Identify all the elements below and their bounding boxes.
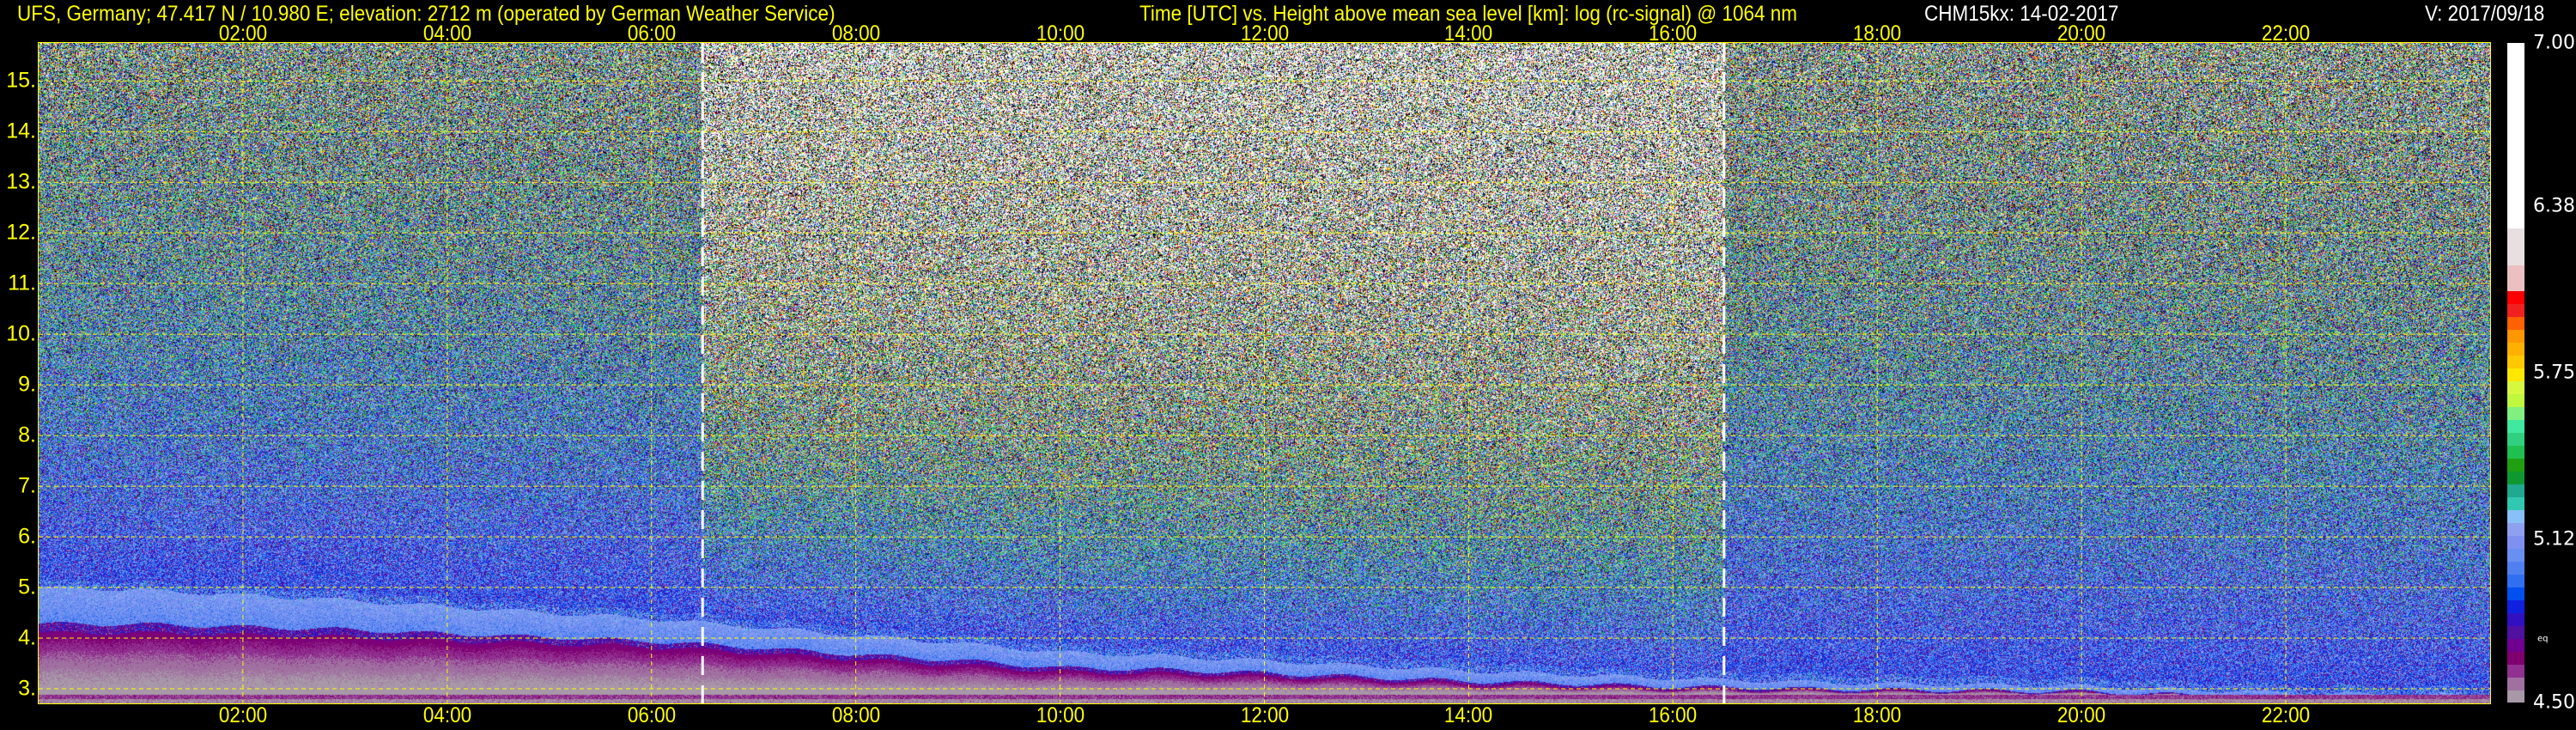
x-tick-label-top: 14:00: [1444, 21, 1493, 46]
colorbar-segment: [2507, 458, 2524, 471]
colorbar-segment: [2507, 561, 2524, 575]
x-tick-label-top: 04:00: [422, 21, 471, 46]
colorbar-eq-label: eq: [2537, 634, 2549, 644]
colorbar-segment: [2507, 355, 2524, 369]
y-tick-label: 4.: [18, 625, 36, 650]
colorbar-segment: [2507, 342, 2524, 356]
colorbar-segment: [2507, 432, 2524, 446]
colorbar-segment: [2507, 290, 2524, 305]
colorbar-segment: [2507, 393, 2524, 408]
colorbar-segment: [2507, 265, 2524, 292]
colorbar-segment: [2507, 316, 2524, 331]
colorbar-segment: [2507, 664, 2524, 678]
y-tick-label: 5.: [18, 575, 36, 599]
colorbar-segment: [2507, 599, 2524, 613]
colorbar-segment: [2507, 496, 2524, 510]
colorbar-tick-label: 7.00: [2533, 32, 2575, 54]
x-tick-label-bottom: 10:00: [1036, 703, 1084, 727]
colorbar-segment: [2507, 574, 2524, 587]
y-tick-label: 6.: [18, 524, 36, 549]
x-tick-label-bottom: 18:00: [1853, 703, 1902, 727]
colorbar-segment: [2507, 625, 2524, 639]
x-tick-label-top: 02:00: [218, 21, 268, 46]
colorbar-segment: [2507, 690, 2524, 703]
ceilometer-backscatter-plot: [39, 43, 2490, 703]
colorbar-segment: [2507, 638, 2524, 652]
colorbar-segment: [2507, 471, 2524, 484]
colorbar-segment: [2507, 43, 2524, 228]
colorbar: [2507, 43, 2524, 703]
colorbar-tick-label: 5.75: [2533, 362, 2575, 384]
x-tick-label-bottom: 22:00: [2261, 703, 2311, 727]
y-tick-label: 13.: [6, 169, 36, 194]
colorbar-segment: [2507, 406, 2524, 421]
version-label: V: 2017/09/18: [2425, 2, 2545, 26]
colorbar-segment: [2507, 522, 2524, 536]
colorbar-segment: [2507, 329, 2524, 344]
y-tick-label: 10.: [6, 321, 36, 346]
colorbar-tick-label: 6.38: [2533, 195, 2575, 217]
colorbar-segment: [2507, 419, 2524, 433]
y-tick-label: 15.: [6, 68, 36, 93]
colorbar-segment: [2507, 484, 2524, 497]
x-tick-label-top: 12:00: [1240, 21, 1289, 46]
x-tick-label-bottom: 06:00: [627, 703, 676, 727]
x-tick-label-top: 06:00: [627, 21, 676, 46]
colorbar-segment: [2507, 677, 2524, 690]
colorbar-segment: [2507, 380, 2524, 395]
y-tick-label: 11.: [8, 271, 36, 295]
x-tick-label-top: 20:00: [2057, 21, 2106, 46]
y-tick-label: 3.: [18, 676, 36, 701]
x-tick-label-bottom: 04:00: [422, 703, 471, 727]
y-tick-label: 14.: [6, 119, 36, 143]
x-tick-label-top: 22:00: [2261, 21, 2311, 46]
colorbar-segment: [2507, 368, 2524, 382]
colorbar-segment: [2507, 445, 2524, 459]
y-tick-label: 7.: [18, 473, 36, 498]
colorbar-segment: [2507, 612, 2524, 626]
colorbar-tick-label: 4.50: [2533, 691, 2575, 714]
x-tick-label-bottom: 08:00: [831, 703, 880, 727]
plot-overlay: [39, 43, 2490, 703]
x-tick-label-top: 18:00: [1853, 21, 1902, 46]
x-tick-label-bottom: 16:00: [1649, 703, 1698, 727]
colorbar-segment: [2507, 587, 2524, 600]
x-tick-label-top: 16:00: [1649, 21, 1698, 46]
colorbar-segment: [2507, 548, 2524, 562]
colorbar-segment: [2507, 509, 2524, 523]
x-tick-label-bottom: 14:00: [1444, 703, 1493, 727]
colorbar-tick-label: 5.12: [2533, 528, 2575, 551]
x-tick-label-bottom: 20:00: [2057, 703, 2106, 727]
colorbar-segment: [2507, 303, 2524, 318]
x-tick-label-bottom: 12:00: [1240, 703, 1289, 727]
colorbar-segment: [2507, 535, 2524, 549]
x-tick-label-bottom: 02:00: [218, 703, 268, 727]
x-tick-label-top: 08:00: [831, 21, 880, 46]
colorbar-segment: [2507, 228, 2524, 265]
y-tick-label: 12.: [6, 220, 36, 245]
colorbar-segment: [2507, 651, 2524, 665]
y-tick-label: 8.: [18, 423, 36, 447]
y-tick-label: 9.: [18, 372, 36, 397]
x-tick-label-top: 10:00: [1036, 21, 1084, 46]
